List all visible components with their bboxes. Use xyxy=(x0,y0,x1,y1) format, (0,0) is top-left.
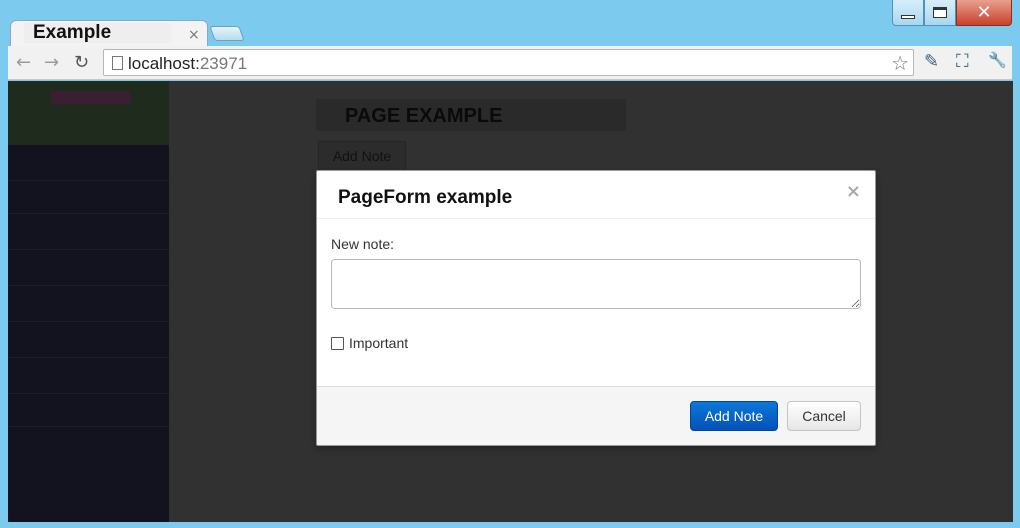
tab-close-icon[interactable]: × xyxy=(188,27,200,43)
modal-header: PageForm example × xyxy=(317,171,875,219)
cancel-button[interactable]: Cancel xyxy=(787,401,861,431)
close-window-button[interactable]: ✕ xyxy=(956,0,1012,26)
bookmark-star-icon[interactable]: ☆ xyxy=(891,51,909,75)
new-note-textarea[interactable] xyxy=(331,259,861,309)
page-viewport: PAGE EXAMPLE Add Note PageForm example ×… xyxy=(8,81,1013,522)
important-checkbox[interactable] xyxy=(331,336,344,350)
sidebar-item[interactable] xyxy=(8,286,169,322)
sidebar-item[interactable] xyxy=(8,91,169,181)
forward-arrow-icon[interactable]: → xyxy=(44,52,59,73)
page-icon xyxy=(112,56,123,70)
sidebar-item[interactable] xyxy=(8,214,169,250)
pageform-modal: PageForm example × New note: Important A… xyxy=(316,170,876,446)
sidebar-item[interactable] xyxy=(8,322,169,358)
sidebar-item[interactable] xyxy=(8,358,169,394)
wrench-icon[interactable]: 🔧 xyxy=(988,51,1007,69)
modal-title: PageForm example xyxy=(338,187,513,208)
add-note-button[interactable]: Add Note xyxy=(690,401,778,431)
sidebar-item[interactable] xyxy=(8,394,169,427)
new-tab-button[interactable] xyxy=(209,26,245,41)
new-note-label: New note: xyxy=(331,236,395,252)
sidebar-item[interactable] xyxy=(8,250,169,286)
sidebar-badge xyxy=(51,91,130,104)
address-bar[interactable]: localhost:23971 ☆ xyxy=(103,49,914,76)
tab-title: Example xyxy=(24,23,171,43)
fullscreen-icon[interactable]: ⛶ xyxy=(956,51,969,72)
reload-icon[interactable]: ↻ xyxy=(74,52,89,73)
browser-toolbar: ← → ↻ localhost:23971 ☆ ✎ ⛶ 🔧 xyxy=(8,46,1012,80)
maximize-icon xyxy=(933,7,947,18)
back-arrow-icon[interactable]: ← xyxy=(16,52,31,73)
sidebar-item[interactable] xyxy=(8,181,169,214)
important-label: Important xyxy=(349,335,409,351)
add-note-button-background[interactable]: Add Note xyxy=(318,141,406,171)
sidebar xyxy=(8,81,169,522)
important-checkbox-row[interactable]: Important xyxy=(331,335,408,351)
url-text: localhost:23971 xyxy=(128,54,248,73)
modal-close-icon[interactable]: × xyxy=(846,181,861,202)
page-title: PAGE EXAMPLE xyxy=(345,105,503,127)
minimize-button[interactable] xyxy=(892,0,924,26)
minimize-icon xyxy=(901,14,915,19)
close-icon: ✕ xyxy=(976,2,992,23)
eyedropper-icon[interactable]: ✎ xyxy=(924,51,939,72)
maximize-button[interactable] xyxy=(924,0,956,26)
window-controls: ✕ xyxy=(892,0,1012,26)
modal-footer: Add Note Cancel xyxy=(317,386,875,445)
